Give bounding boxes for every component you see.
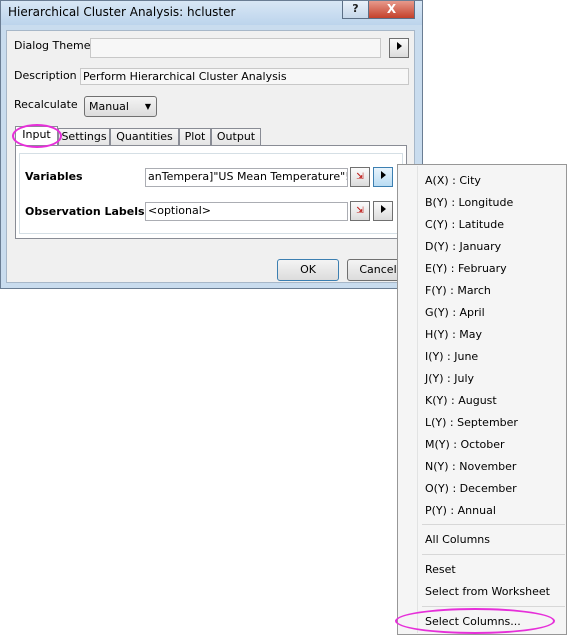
highlight-oval-select-columns (395, 608, 555, 634)
menu-item-column[interactable]: H(Y) : May (425, 328, 482, 341)
menu-separator (422, 554, 565, 555)
title-bar[interactable]: Hierarchical Cluster Analysis: hcluster … (1, 1, 422, 25)
description-label: Description (14, 69, 77, 82)
menu-gutter (417, 166, 418, 633)
menu-item-column[interactable]: N(Y) : November (425, 460, 516, 473)
range-select-icon: ⇲ (356, 172, 364, 182)
description-field: Perform Hierarchical Cluster Analysis (80, 68, 409, 85)
theme-menu-button[interactable] (389, 38, 409, 58)
tab-output[interactable]: Output (211, 128, 261, 145)
dialog-theme-label: Dialog Theme (14, 39, 91, 52)
select-range-button[interactable]: ⇲ (350, 167, 370, 187)
menu-item-column[interactable]: C(Y) : Latitude (425, 218, 504, 231)
recalculate-label: Recalculate (14, 98, 78, 111)
tab-plot[interactable]: Plot (179, 128, 211, 145)
input-group-box (19, 153, 403, 234)
observation-labels-menu-button[interactable] (373, 201, 393, 221)
select-range-button[interactable]: ⇲ (350, 201, 370, 221)
menu-item-column[interactable]: M(Y) : October (425, 438, 505, 451)
menu-item-select-from-worksheet[interactable]: Select from Worksheet (425, 585, 550, 598)
menu-item-column[interactable]: D(Y) : January (425, 240, 501, 253)
menu-separator (422, 606, 565, 607)
dialog-theme-field[interactable] (90, 38, 381, 58)
recalculate-dropdown[interactable]: Manual ▼ (84, 96, 157, 117)
menu-item-column[interactable]: I(Y) : June (425, 350, 478, 363)
menu-item-column[interactable]: J(Y) : July (425, 372, 474, 385)
tab-quantities[interactable]: Quantities (110, 128, 179, 145)
ok-button[interactable]: OK (277, 259, 339, 281)
menu-item-column[interactable]: B(Y) : Longitude (425, 196, 513, 209)
chevron-down-icon: ▼ (144, 102, 151, 111)
tab-settings[interactable]: Settings (58, 128, 110, 145)
triangle-right-icon (396, 42, 402, 50)
menu-item-all-columns[interactable]: All Columns (425, 533, 490, 546)
triangle-right-icon (380, 205, 386, 213)
variables-menu-button[interactable] (373, 167, 393, 187)
variables-label: Variables (25, 170, 83, 183)
menu-item-column[interactable]: E(Y) : February (425, 262, 507, 275)
observation-labels-label: Observation Labels (25, 205, 145, 218)
menu-item-column[interactable]: L(Y) : September (425, 416, 518, 429)
triangle-right-icon (380, 171, 386, 179)
menu-item-column[interactable]: F(Y) : March (425, 284, 491, 297)
menu-separator (422, 524, 565, 525)
range-select-icon: ⇲ (356, 206, 364, 216)
highlight-oval-input-tab (12, 124, 62, 148)
observation-labels-input[interactable]: <optional> (145, 202, 348, 221)
menu-item-column[interactable]: K(Y) : August (425, 394, 497, 407)
close-button[interactable]: X (368, 1, 415, 19)
variables-input[interactable]: anTempera]"US Mean Temperature"!4:15 (145, 168, 348, 187)
menu-item-column[interactable]: P(Y) : Annual (425, 504, 496, 517)
help-button[interactable]: ? (342, 1, 369, 19)
menu-item-column[interactable]: A(X) : City (425, 174, 481, 187)
window-title: Hierarchical Cluster Analysis: hcluster (8, 5, 236, 19)
recalculate-value: Manual (89, 100, 129, 113)
menu-item-reset[interactable]: Reset (425, 563, 456, 576)
menu-item-column[interactable]: O(Y) : December (425, 482, 517, 495)
menu-item-column[interactable]: G(Y) : April (425, 306, 485, 319)
